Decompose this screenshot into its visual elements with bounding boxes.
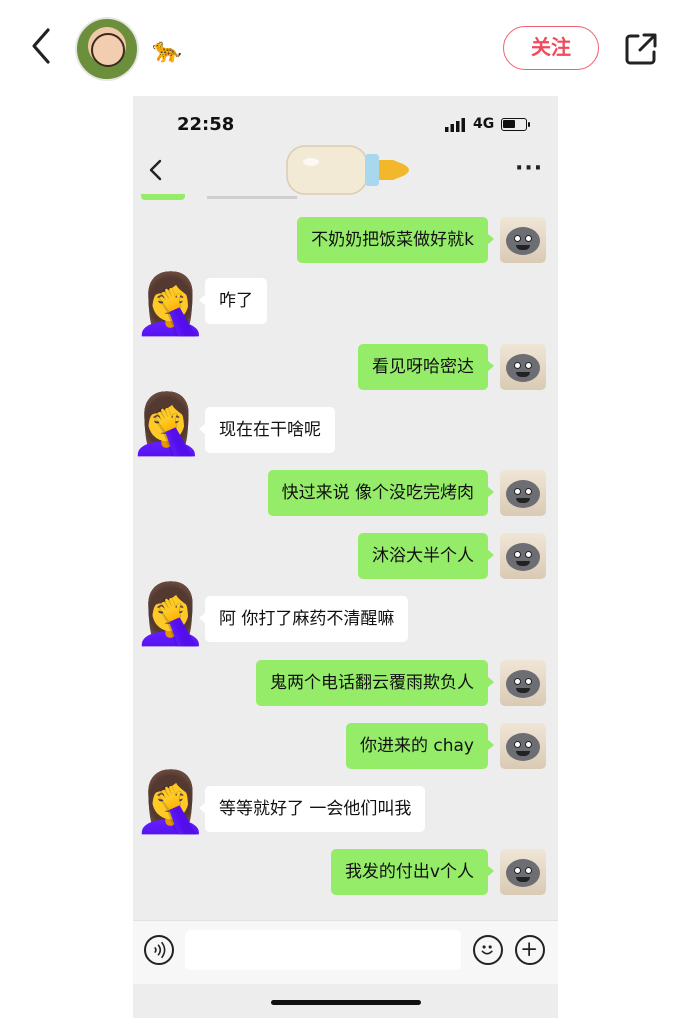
contact-avatar[interactable]: 🤦‍♀️: [133, 386, 204, 462]
chat-header: ···: [133, 142, 558, 198]
message-bubble-sent[interactable]: 快过来说 像个没吃完烤肉: [267, 470, 495, 516]
network-type: 4G: [473, 116, 495, 132]
message-bubble-received[interactable]: 等等就好了 一会他们叫我: [198, 786, 426, 832]
follow-button[interactable]: 关注: [503, 26, 599, 70]
battery-icon: [501, 118, 530, 131]
contact-avatar[interactable]: 🤦‍♀️: [133, 266, 208, 342]
chat-back-icon[interactable]: [147, 158, 165, 182]
my-avatar[interactable]: [500, 217, 546, 263]
bottle-icon: [286, 145, 409, 195]
author-avatar[interactable]: [75, 17, 139, 81]
back-arrow-icon[interactable]: [26, 26, 56, 66]
contact-avatar[interactable]: 🤦‍♀️: [133, 576, 208, 652]
message-bubble-sent[interactable]: 我发的付出v个人: [330, 849, 495, 895]
plus-icon[interactable]: [515, 935, 545, 965]
message-bubble-received[interactable]: 咋了: [199, 278, 267, 324]
app-top-bar: 🐆 关注: [0, 0, 690, 96]
my-avatar[interactable]: [500, 849, 546, 895]
chat-input-bar: [133, 920, 558, 984]
message-bubble-sent[interactable]: 沐浴大半个人: [358, 533, 494, 579]
contact-avatar[interactable]: 🤦‍♀️: [133, 764, 208, 840]
message-bubble-sent[interactable]: 你进来的 chay: [345, 723, 495, 769]
message-bubble-received[interactable]: 阿 你打了麻药不清醒嘛: [198, 596, 409, 642]
share-icon[interactable]: [623, 31, 659, 67]
my-avatar[interactable]: [500, 660, 546, 706]
home-indicator: [271, 1000, 421, 1005]
partial-bubble: [141, 194, 185, 200]
my-avatar[interactable]: [500, 470, 546, 516]
message-bubble-received[interactable]: 现在在干啥呢: [199, 407, 335, 453]
message-input[interactable]: [185, 930, 461, 970]
chat-screenshot: 22:58 4G ··· 不奶奶把饭菜做好就k 🤦‍♀️ 咋了 看见呀哈密达: [133, 96, 558, 1018]
avatar-face: [91, 33, 125, 67]
partial-divider: [207, 196, 297, 199]
leopard-emoji-name[interactable]: 🐆: [152, 36, 182, 64]
my-avatar[interactable]: [500, 533, 546, 579]
emoji-icon[interactable]: [473, 935, 503, 965]
more-options-icon[interactable]: ···: [515, 156, 543, 181]
message-bubble-sent[interactable]: 鬼两个电话翻云覆雨欺负人: [256, 660, 494, 706]
voice-input-icon[interactable]: [144, 935, 174, 965]
message-bubble-sent[interactable]: 不奶奶把饭菜做好就k: [297, 217, 494, 263]
my-avatar[interactable]: [500, 723, 546, 769]
my-avatar[interactable]: [500, 344, 546, 390]
status-time: 22:58: [177, 114, 235, 135]
status-bar: 22:58 4G: [133, 96, 558, 142]
signal-icon: [445, 118, 465, 132]
message-bubble-sent[interactable]: 看见呀哈密达: [358, 344, 494, 390]
